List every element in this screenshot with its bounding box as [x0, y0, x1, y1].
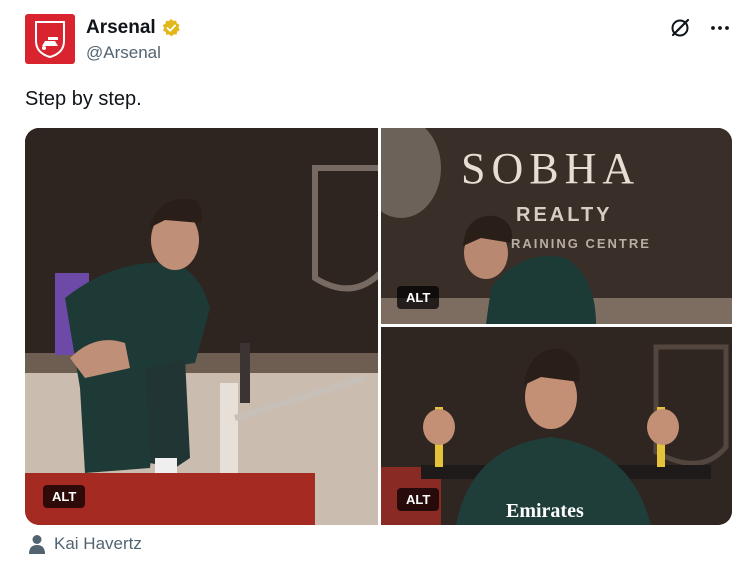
photo-3[interactable]: Emirates ALT — [381, 327, 732, 525]
alt-badge[interactable]: ALT — [43, 485, 86, 508]
alt-badge[interactable]: ALT — [397, 286, 440, 309]
photo-1-scene — [25, 128, 378, 525]
arsenal-crest-icon — [35, 21, 65, 59]
person-icon — [29, 535, 45, 554]
verified-badge-icon — [162, 18, 180, 37]
avatar[interactable] — [25, 14, 75, 64]
author-handle[interactable]: @Arsenal — [86, 43, 161, 63]
tweet-card: Arsenal @Arsenal Step by step. ALT SOBHA… — [0, 0, 750, 568]
photo-2[interactable]: SOBHA REALTY TRAINING CENTRE ALT — [381, 128, 732, 324]
tweet-actions — [668, 16, 732, 40]
author-name-row: Arsenal — [86, 17, 181, 39]
tagged-user[interactable]: Kai Havertz — [28, 534, 142, 554]
sign-text-sobha: SOBHA — [461, 144, 640, 193]
tweet-text: Step by step. — [25, 88, 142, 110]
grok-icon[interactable] — [668, 16, 692, 40]
alt-badge[interactable]: ALT — [397, 488, 440, 511]
sign-text-training-centre: TRAINING CENTRE — [501, 236, 651, 251]
author-display-name[interactable]: Arsenal — [86, 17, 156, 39]
sign-text-realty: REALTY — [516, 204, 613, 226]
more-options-icon[interactable] — [708, 16, 732, 40]
tagged-user-name: Kai Havertz — [54, 534, 142, 553]
media-grid: ALT SOBHA REALTY TRAINING CENTRE ALT Emi… — [25, 128, 732, 525]
jersey-sponsor-text: Emirates — [506, 500, 584, 522]
photo-1[interactable]: ALT — [25, 128, 378, 525]
